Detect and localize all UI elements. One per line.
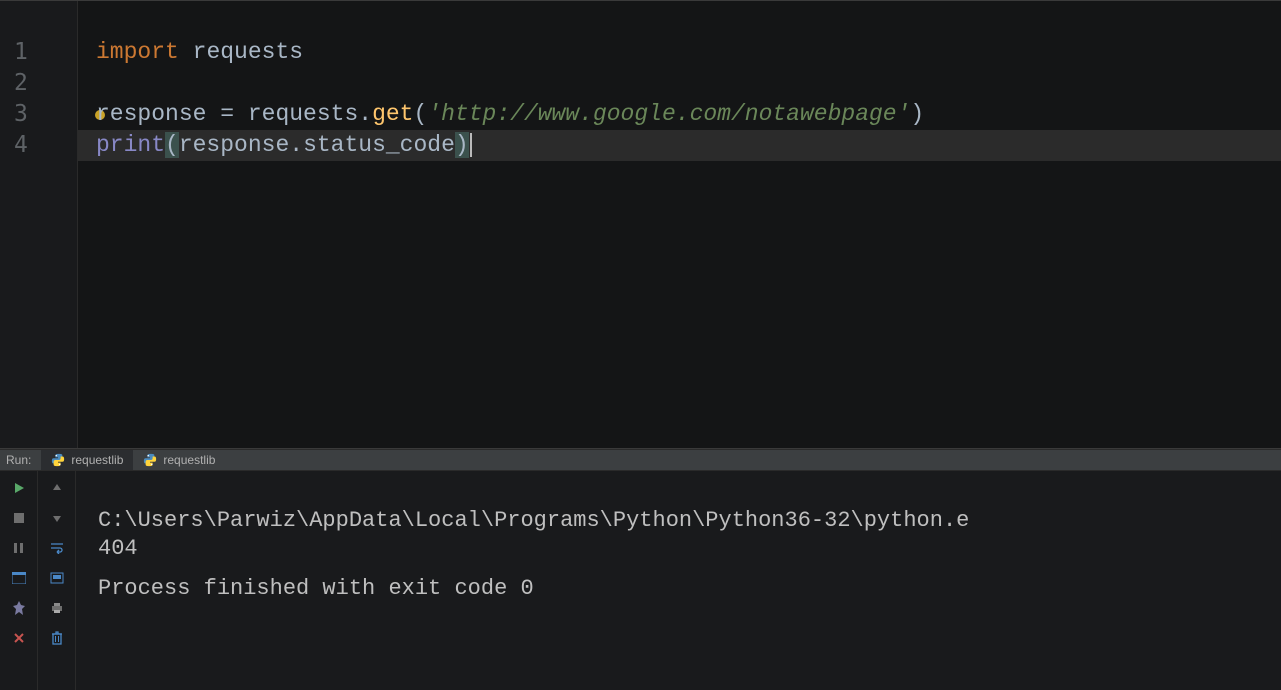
run-panel-header: Run: requestlib requestlib xyxy=(0,449,1281,471)
line-number-gutter: 1 2 3 4 xyxy=(0,1,78,448)
run-config-tab-2[interactable]: requestlib xyxy=(133,450,225,470)
scroll-up-button[interactable] xyxy=(45,477,69,499)
scroll-to-end-button[interactable] xyxy=(45,567,69,589)
code-line-4[interactable]: print(response.status_code) xyxy=(96,130,1281,161)
line-number: 2 xyxy=(0,68,77,99)
run-config-name: requestlib xyxy=(71,453,123,467)
code-text-area[interactable]: import requests response = requests.get(… xyxy=(78,1,1281,448)
pin-button[interactable] xyxy=(7,597,31,619)
layout-button[interactable] xyxy=(7,567,31,589)
caret xyxy=(470,133,472,157)
pause-button[interactable] xyxy=(7,537,31,559)
code-line-1[interactable]: import requests xyxy=(96,37,1281,68)
close-tab-button[interactable] xyxy=(7,627,31,649)
console-line: 404 xyxy=(98,536,138,561)
stop-button[interactable] xyxy=(7,507,31,529)
run-label: Run: xyxy=(0,453,41,467)
run-config-name: requestlib xyxy=(163,453,215,467)
python-icon xyxy=(51,453,65,467)
clear-all-button[interactable] xyxy=(45,627,69,649)
run-toolbar-left xyxy=(0,471,38,690)
line-number: 1 xyxy=(0,37,77,68)
line-number: 4 xyxy=(0,130,77,161)
line-number: 3 xyxy=(0,99,77,130)
run-config-tab-1[interactable]: requestlib xyxy=(41,450,133,470)
scroll-down-button[interactable] xyxy=(45,507,69,529)
python-icon xyxy=(143,453,157,467)
console-output[interactable]: C:\Users\Parwiz\AppData\Local\Programs\P… xyxy=(76,471,1281,690)
code-editor[interactable]: 1 2 3 4 import requests response = reque… xyxy=(0,0,1281,449)
code-line-3[interactable]: response = requests.get('http://www.goog… xyxy=(96,99,1281,130)
console-line: C:\Users\Parwiz\AppData\Local\Programs\P… xyxy=(98,508,969,533)
run-panel: C:\Users\Parwiz\AppData\Local\Programs\P… xyxy=(0,471,1281,690)
soft-wrap-button[interactable] xyxy=(45,537,69,559)
console-line: Process finished with exit code 0 xyxy=(98,576,534,601)
rerun-button[interactable] xyxy=(7,477,31,499)
code-line-2[interactable] xyxy=(96,68,1281,99)
run-toolbar-secondary xyxy=(38,471,76,690)
print-button[interactable] xyxy=(45,597,69,619)
